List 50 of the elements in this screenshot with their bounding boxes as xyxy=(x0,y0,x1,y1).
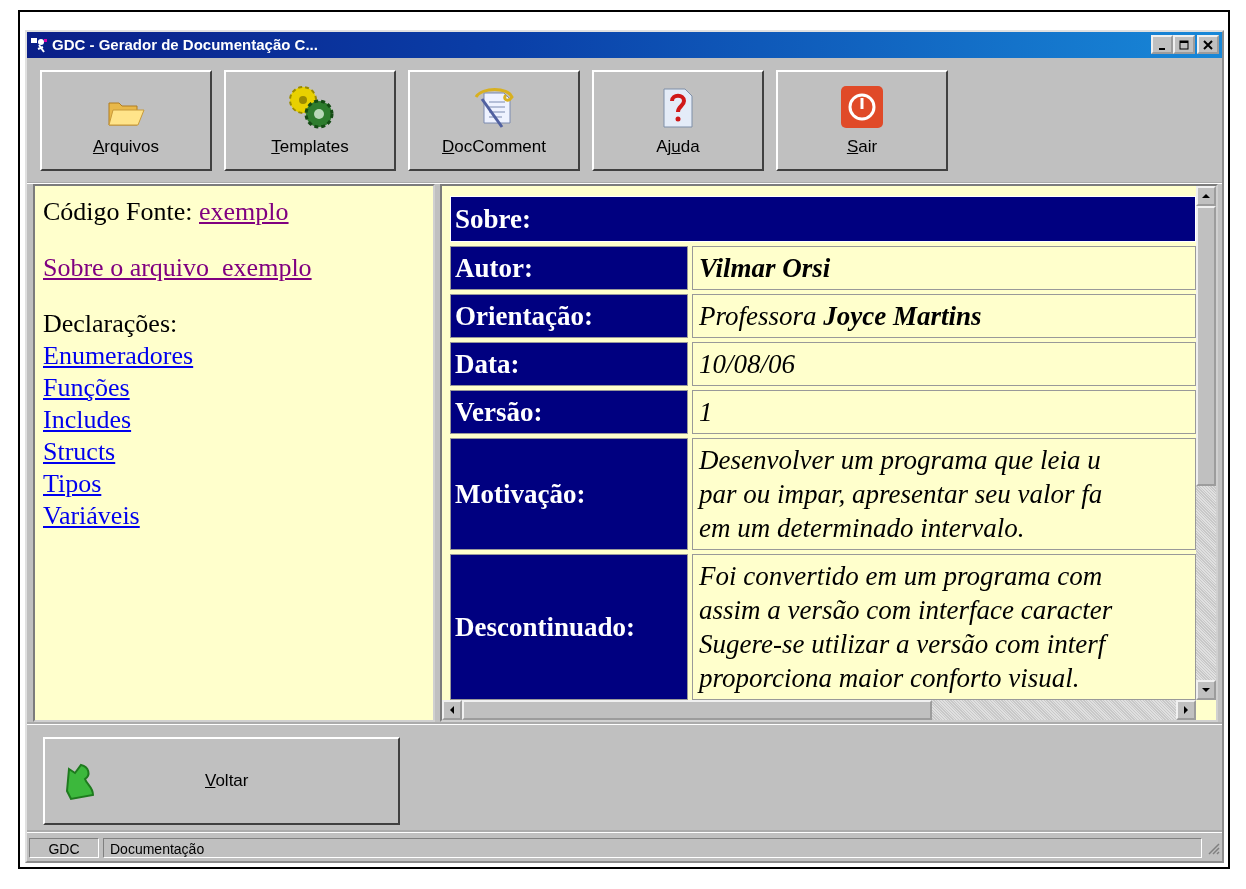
field-label: Descontinuado: xyxy=(450,553,688,700)
table-heading: Sobre: xyxy=(450,195,1196,242)
left-arrow-icon[interactable] xyxy=(449,704,455,715)
field-value: 10/08/06 xyxy=(692,341,1196,386)
source-label: Código Fonte: xyxy=(43,196,193,226)
gears-icon xyxy=(286,84,334,129)
toolbar-button[interactable]: Ajuda xyxy=(592,69,764,171)
field-label: Versão: xyxy=(450,389,688,434)
resize-grip-icon[interactable] xyxy=(1206,841,1220,856)
power-icon xyxy=(840,84,884,129)
toolbar-button[interactable]: Sair xyxy=(776,69,948,171)
close-icon xyxy=(1203,39,1213,50)
field-label: Autor: xyxy=(450,245,688,290)
toolbar-button[interactable]: Templates xyxy=(224,69,396,171)
right-arrow-icon[interactable] xyxy=(1183,704,1189,715)
minimize-button[interactable] xyxy=(1151,35,1173,55)
source-link[interactable]: exemplo xyxy=(199,196,289,226)
vertical-scrollbar[interactable] xyxy=(1196,185,1216,700)
toolbar-button[interactable]: DocComment xyxy=(408,69,580,171)
about-link[interactable]: Sobre o arquivo exemplo xyxy=(43,252,312,282)
declaration-link[interactable]: Includes xyxy=(43,404,132,434)
declaration-link[interactable]: Funções xyxy=(43,372,130,402)
field-label: Data: xyxy=(450,341,688,386)
minimize-icon xyxy=(1159,47,1165,50)
status-panel: GDC xyxy=(29,838,99,859)
window-title: GDC - Gerador de Documentação C... xyxy=(52,36,318,54)
field-value: Vilmar Orsi xyxy=(692,245,1196,290)
declaration-link[interactable]: Enumeradores xyxy=(43,340,194,370)
field-value: Foi convertido em um programa com assim a versão com interface caracter Sugere-se utilizar a versão com interf proporciona maior conforto visual. xyxy=(692,553,1196,700)
status-panel: Documentação xyxy=(103,838,1202,859)
toolbar-button[interactable]: Arquivos xyxy=(40,69,212,171)
declarations-heading: Declarações: xyxy=(43,307,179,340)
close-button[interactable] xyxy=(1197,35,1219,55)
back-button[interactable]: Voltar xyxy=(43,736,400,825)
declaration-link[interactable]: Variáveis xyxy=(43,500,140,530)
maximize-icon xyxy=(1179,39,1189,50)
up-arrow-icon[interactable] xyxy=(1201,192,1211,199)
declaration-link[interactable]: Structs xyxy=(43,436,116,466)
field-label: Motivação: xyxy=(450,437,688,550)
field-value: Professora Joyce Martins xyxy=(692,293,1196,338)
help-icon xyxy=(661,86,695,129)
app-icon xyxy=(30,36,48,53)
field-value: Desenvolver um programa que leia u par ou impar, apresentar seu valor fa em um determinado intervalo. xyxy=(692,437,1196,550)
maximize-button[interactable] xyxy=(1173,35,1195,55)
declaration-link[interactable]: Tipos xyxy=(43,468,102,498)
down-arrow-icon[interactable] xyxy=(1201,686,1211,693)
document-quill-icon xyxy=(472,86,516,129)
field-value: 1 xyxy=(692,389,1196,434)
field-label: Orientação: xyxy=(450,293,688,338)
horizontal-scrollbar[interactable] xyxy=(442,699,1196,720)
